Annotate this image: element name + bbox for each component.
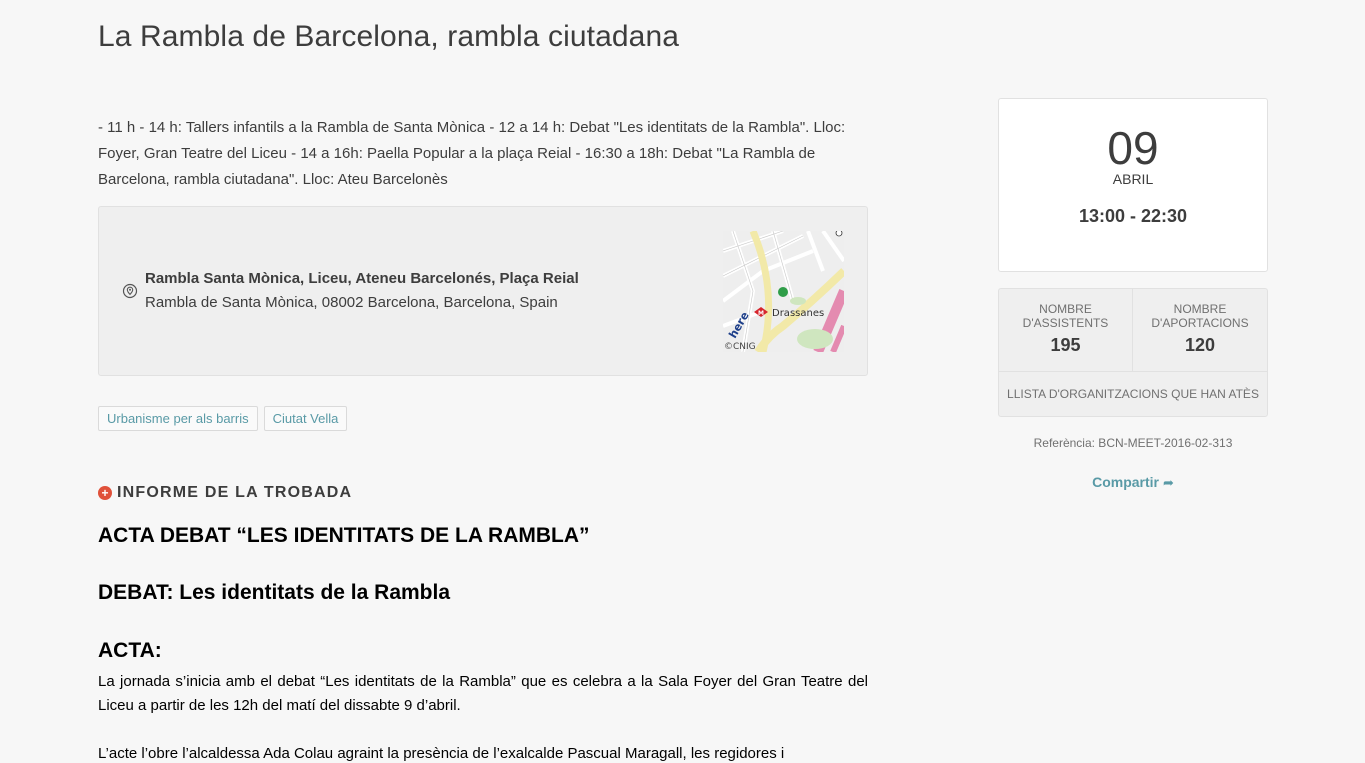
meeting-description: - 11 h - 14 h: Tallers infantils a la Ra… <box>98 119 846 188</box>
report-section-title: INFORME DE LA TROBADA <box>117 484 353 501</box>
report-heading-acta: ACTA: <box>98 639 162 662</box>
map-pin-icon <box>122 283 138 299</box>
contributions-stat: NOMBRE D'APORTACIONS 120 <box>1133 289 1267 371</box>
report-paragraph: L’acte l’obre l’alcaldessa Ada Colau agr… <box>98 745 785 762</box>
attendees-label: NOMBRE D'ASSISTENTS <box>1022 302 1109 330</box>
plus-circle-icon: + <box>98 486 112 500</box>
meeting-reference: Referència: BCN-MEET-2016-02-313 <box>1033 436 1233 450</box>
location-address: Rambla de Santa Mònica, 08002 Barcelona,… <box>145 294 558 311</box>
location-map[interactable]: M Drassanes here ©CNIG <box>723 231 844 352</box>
svg-text:M: M <box>758 310 764 317</box>
share-label: Compartir <box>1092 474 1159 490</box>
date-card: 09 ABRIL 13:00 - 22:30 <box>998 98 1268 272</box>
report-paragraph: La jornada s’inicia amb el debat “Les id… <box>98 673 868 714</box>
date-time-range: 13:00 - 22:30 <box>1078 206 1188 226</box>
meeting-title: La Rambla de Barcelona, rambla ciutadana <box>98 20 680 53</box>
map-image: M Drassanes here ©CNIG <box>723 231 844 352</box>
attendees-count: 195 <box>1050 335 1081 355</box>
report-section-header[interactable]: + INFORME DE LA TROBADA <box>98 484 352 502</box>
location-name: Rambla Santa Mònica, Liceu, Ateneu Barce… <box>145 270 579 287</box>
tag-urbanisme[interactable]: Urbanisme per als barris <box>98 406 258 431</box>
meeting-stats: NOMBRE D'ASSISTENTS 195 NOMBRE D'APORTAC… <box>998 288 1268 417</box>
tags-list: Urbanisme per als barris Ciutat Vella <box>98 406 348 431</box>
tag-ciutat-vella[interactable]: Ciutat Vella <box>263 406 348 431</box>
organizations-list-link[interactable]: LLISTA D'ORGANITZACIONS QUE HAN ATÈS <box>999 371 1267 417</box>
date-month: ABRIL <box>1112 171 1154 187</box>
svg-text:Drassanes: Drassanes <box>772 308 824 319</box>
date-day: 09 <box>1107 122 1159 174</box>
attendees-stat: NOMBRE D'ASSISTENTS 195 <box>999 289 1133 371</box>
report-heading-debat: DEBAT: Les identitats de la Rambla <box>98 581 451 604</box>
location-card: Rambla Santa Mònica, Liceu, Ateneu Barce… <box>98 206 868 376</box>
report-heading-acta-debat: ACTA DEBAT “LES IDENTITATS DE LA RAMBLA” <box>98 524 590 547</box>
share-arrow-icon: ➦ <box>1163 475 1174 490</box>
contributions-count: 120 <box>1184 335 1216 355</box>
contributions-label: NOMBRE D'APORTACIONS <box>1151 302 1249 330</box>
svg-text:©CNIG: ©CNIG <box>724 342 756 352</box>
share-button[interactable]: Compartir ➦ <box>998 474 1268 491</box>
